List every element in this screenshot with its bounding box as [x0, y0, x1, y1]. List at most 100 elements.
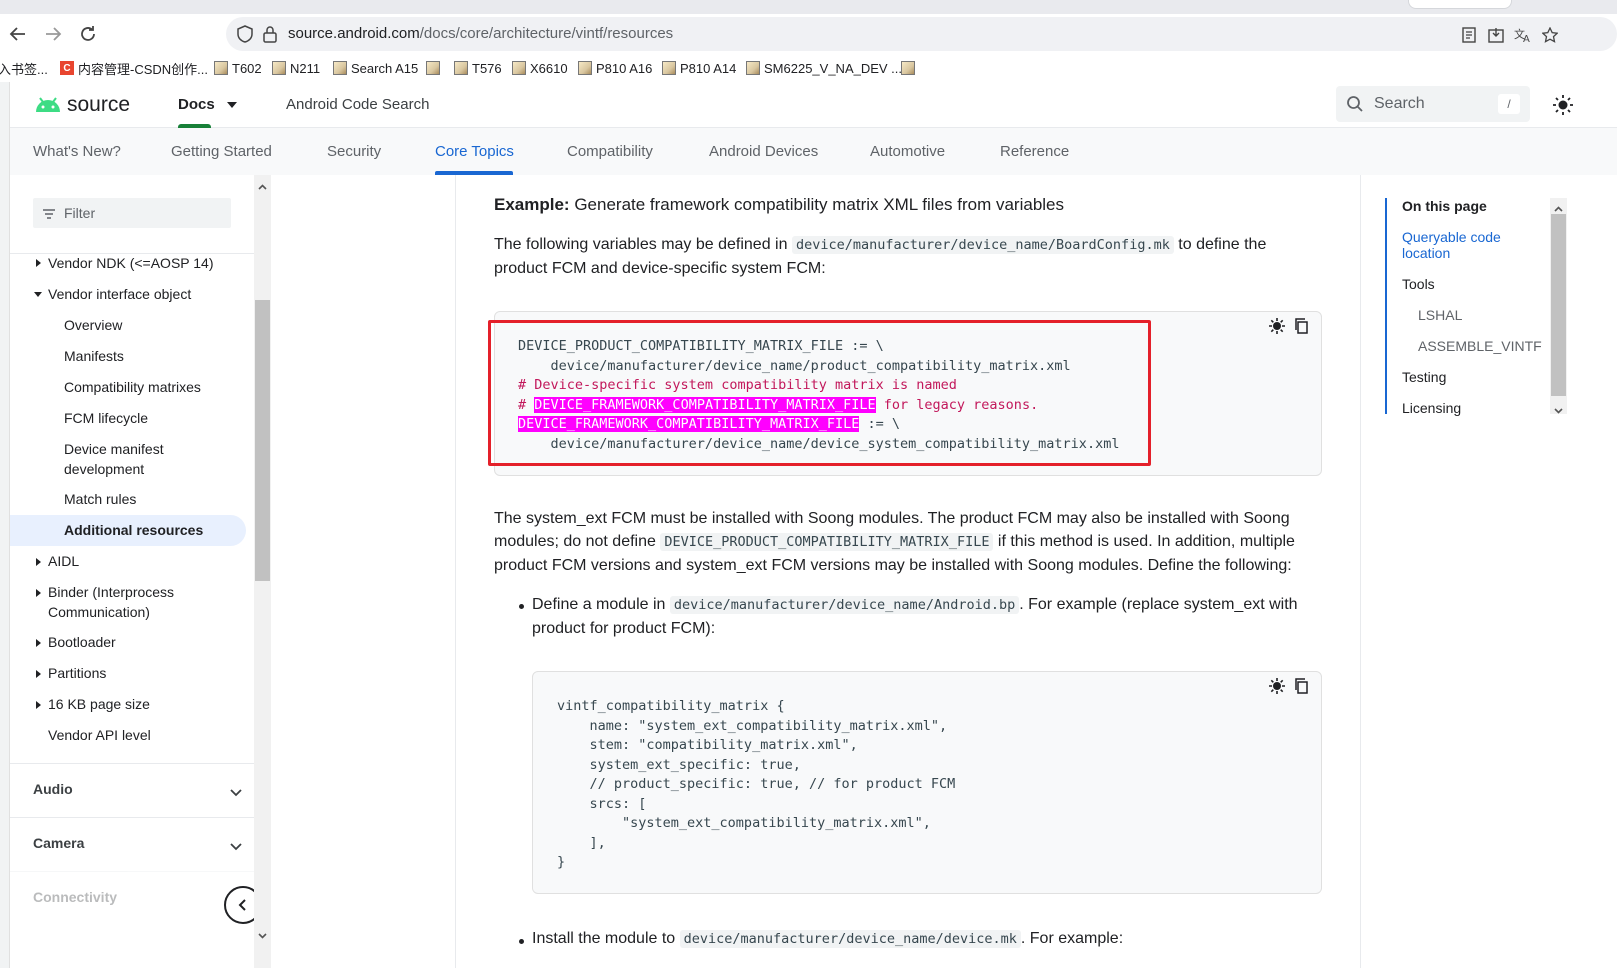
sidebar-section-connectivity[interactable]: Connectivity — [10, 871, 254, 925]
paragraph-system-ext: The system_ext FCM must be installed wit… — [494, 507, 1314, 577]
bookmark-item[interactable]: P810 A14 — [662, 59, 736, 77]
tab-reference[interactable]: Reference — [1000, 143, 1069, 160]
tab-getting-started[interactable]: Getting Started — [171, 143, 272, 160]
sidebar-item-match-rules[interactable]: Match rules — [64, 489, 136, 509]
sidebar-scrollbar[interactable] — [254, 175, 271, 968]
android-logo-icon[interactable] — [34, 94, 62, 114]
toc-scrollbar[interactable] — [1550, 198, 1567, 414]
expand-arrow-icon[interactable] — [36, 589, 41, 597]
docs-menu[interactable]: Docs — [178, 96, 237, 113]
bookmarks-bar: 入书签... C 内容管理-CSDN创作... T602 N211 Search … — [0, 54, 1617, 82]
section-title: Audio — [33, 781, 73, 797]
sidebar-item-additional-resources[interactable]: Additional resources — [64, 520, 203, 540]
install-app-icon[interactable] — [1486, 25, 1506, 45]
shield-icon[interactable] — [236, 25, 254, 43]
tab-security[interactable]: Security — [327, 143, 381, 160]
scroll-down-icon[interactable] — [258, 927, 267, 939]
sidebar-item-manifests[interactable]: Manifests — [64, 346, 124, 366]
bookmark-item[interactable]: N211 — [272, 59, 320, 77]
bookmark-item[interactable]: T576 — [454, 59, 502, 77]
sidebar-item-binder[interactable]: Binder (Interprocess Communication) — [48, 582, 174, 622]
sidebar-item-overview[interactable]: Overview — [64, 315, 122, 335]
scroll-up-icon[interactable] — [258, 179, 267, 190]
image-favicon-icon — [901, 61, 915, 75]
url-text[interactable]: source.android.com/docs/core/architectur… — [288, 25, 673, 42]
sidebar-item-fcm-lifecycle[interactable]: FCM lifecycle — [64, 408, 148, 428]
bookmark-label: Search A15 — [351, 60, 419, 76]
expand-arrow-icon[interactable] — [36, 558, 41, 566]
bookmark-label: SM6225_V_NA_DEV ... — [764, 60, 903, 76]
code-search-link[interactable]: Android Code Search — [286, 96, 429, 113]
bookmark-item[interactable]: SM6225_V_NA_DEV ... — [746, 59, 902, 77]
expand-arrow-icon[interactable] — [36, 670, 41, 678]
dark-mode-icon[interactable] — [1269, 318, 1285, 334]
filter-input[interactable]: Filter — [33, 198, 231, 228]
bookmark-item[interactable]: X6610 — [512, 59, 568, 77]
bookmark-item[interactable] — [426, 59, 444, 77]
tab-core-topics[interactable]: Core Topics — [435, 143, 514, 160]
scroll-up-icon[interactable] — [1554, 201, 1563, 212]
scrollbar-thumb[interactable] — [1551, 214, 1566, 396]
sidebar-item-vendor-api-level[interactable]: Vendor API level — [48, 725, 151, 745]
sidebar-item-aidl[interactable]: AIDL — [48, 551, 79, 571]
bookmark-label: X6610 — [530, 60, 568, 76]
site-logo-text[interactable]: source — [67, 93, 130, 117]
translate-icon[interactable]: 文A — [1513, 25, 1533, 45]
chevron-down-icon — [230, 838, 242, 851]
reload-icon[interactable] — [76, 22, 100, 46]
search-input[interactable]: Search / — [1336, 86, 1530, 122]
lock-icon[interactable] — [262, 25, 278, 43]
sidebar-item-bootloader[interactable]: Bootloader — [48, 632, 116, 652]
dark-mode-icon[interactable] — [1269, 678, 1285, 694]
sidebar-item-partitions[interactable]: Partitions — [48, 663, 106, 683]
toc-item-queryable-code-location[interactable]: Queryable code location — [1402, 229, 1532, 261]
toc-item-assemble-vintf[interactable]: ASSEMBLE_VINTF — [1418, 338, 1542, 354]
active-tab-indicator — [435, 171, 513, 175]
sidebar-section-audio[interactable]: Audio — [10, 763, 254, 817]
sidebar-item-device-manifest-development[interactable]: Device manifest development — [64, 439, 164, 479]
inline-code: device/manufacturer/device_name/device.m… — [679, 930, 1021, 948]
scrollbar-thumb[interactable] — [255, 300, 270, 581]
sidebar-item-16kb-page-size[interactable]: 16 KB page size — [48, 694, 150, 714]
forward-icon[interactable] — [41, 22, 65, 46]
svg-text:A: A — [1523, 34, 1530, 43]
bookmark-item[interactable]: T602 — [214, 59, 262, 77]
list-item: Install the module to device/manufacture… — [532, 927, 1314, 951]
browser-tab[interactable] — [1408, 0, 1512, 9]
search-icon — [1346, 95, 1364, 113]
image-favicon-icon — [746, 61, 760, 75]
bookmark-item[interactable] — [901, 59, 919, 77]
expand-arrow-icon[interactable] — [36, 259, 41, 267]
sidebar-item-vendor-interface-object[interactable]: Vendor interface object — [48, 284, 191, 304]
paragraph-variables: The following variables may be defined i… — [494, 233, 1294, 280]
bookmark-item[interactable]: P810 A16 — [578, 59, 652, 77]
address-bar[interactable]: source.android.com/docs/core/architectur… — [226, 17, 1617, 51]
tab-strip — [0, 0, 1617, 14]
sidebar-section-camera[interactable]: Camera — [10, 817, 254, 871]
toc-item-licensing[interactable]: Licensing — [1402, 400, 1461, 416]
theme-toggle-icon[interactable] — [1552, 94, 1574, 116]
bookmark-item[interactable]: Search A15 — [333, 59, 418, 77]
tab-automotive[interactable]: Automotive — [870, 143, 945, 160]
scroll-down-icon[interactable] — [1554, 402, 1563, 414]
back-icon[interactable] — [6, 22, 30, 46]
reader-mode-icon[interactable] — [1459, 25, 1479, 45]
bookmark-item[interactable]: C 内容管理-CSDN创作... — [60, 59, 208, 77]
tab-compatibility[interactable]: Compatibility — [567, 143, 653, 160]
bookmark-label: P810 A14 — [680, 60, 737, 76]
star-icon[interactable] — [1540, 25, 1560, 45]
content-divider — [1360, 175, 1361, 968]
tab-whats-new[interactable]: What's New? — [33, 143, 121, 160]
copy-icon[interactable] — [1293, 318, 1309, 334]
expand-arrow-icon[interactable] — [36, 701, 41, 709]
bookmark-item[interactable]: 入书签... — [0, 59, 48, 77]
sidebar-item-vendor-ndk[interactable]: Vendor NDK (<=AOSP 14) — [48, 253, 214, 273]
sidebar-item-compatibility-matrixes[interactable]: Compatibility matrixes — [64, 377, 201, 397]
copy-icon[interactable] — [1293, 678, 1309, 694]
toc-item-testing[interactable]: Testing — [1402, 369, 1446, 385]
toc-item-tools[interactable]: Tools — [1402, 276, 1435, 292]
collapse-arrow-icon[interactable] — [34, 292, 42, 297]
tab-android-devices[interactable]: Android Devices — [709, 143, 818, 160]
toc-item-lshal[interactable]: LSHAL — [1418, 307, 1462, 323]
expand-arrow-icon[interactable] — [36, 639, 41, 647]
